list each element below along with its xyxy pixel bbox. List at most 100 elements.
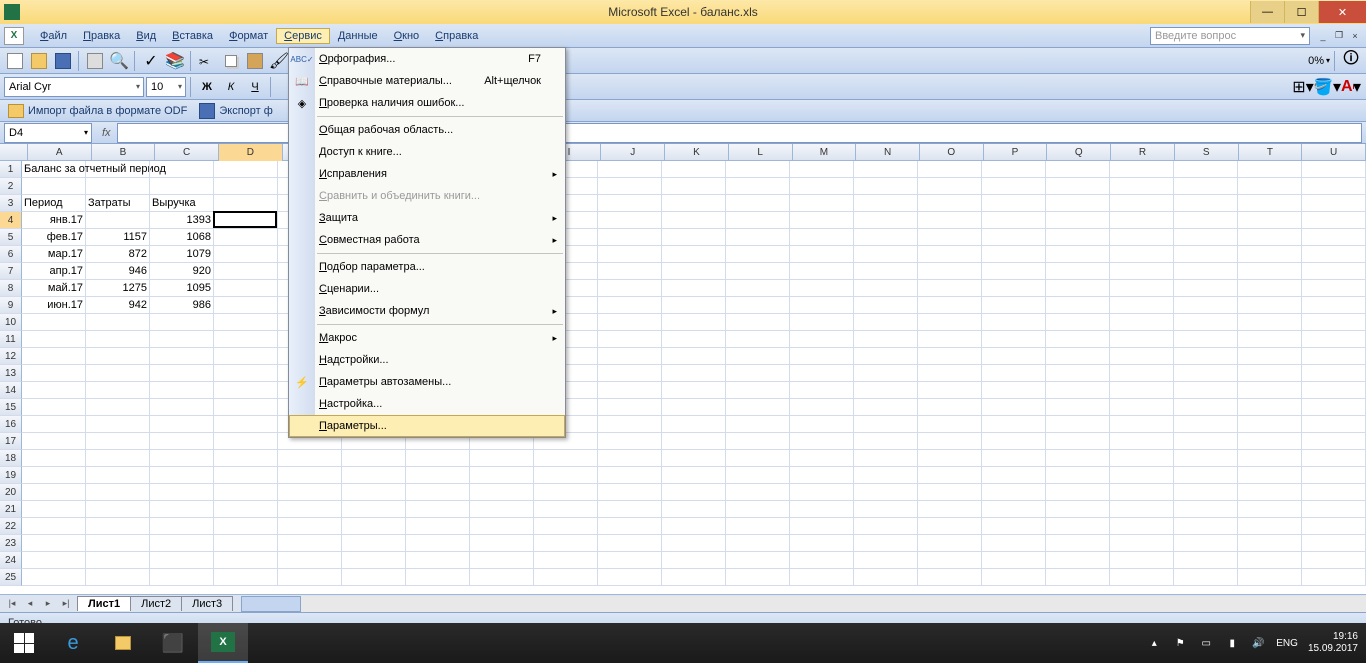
cell-J25[interactable] <box>598 569 662 586</box>
cell-M20[interactable] <box>790 484 854 501</box>
cell-C16[interactable] <box>150 416 214 433</box>
cell-N7[interactable] <box>854 263 918 280</box>
row-header-12[interactable]: 12 <box>0 348 22 365</box>
cell-C19[interactable] <box>150 467 214 484</box>
cell-Q15[interactable] <box>1046 399 1110 416</box>
cell-C14[interactable] <box>150 382 214 399</box>
cell-S2[interactable] <box>1174 178 1238 195</box>
cell-A7[interactable]: апр.17 <box>22 263 86 280</box>
tray-battery-icon[interactable]: ▭ <box>1198 635 1214 651</box>
cell-H22[interactable] <box>470 518 534 535</box>
tab-nav-next[interactable]: ▸ <box>40 597 56 611</box>
menu-справка[interactable]: Справка <box>427 28 486 44</box>
cell-A15[interactable] <box>22 399 86 416</box>
cell-C7[interactable]: 920 <box>150 263 214 280</box>
cell-L13[interactable] <box>726 365 790 382</box>
cell-N2[interactable] <box>854 178 918 195</box>
cell-K14[interactable] <box>662 382 726 399</box>
cell-A23[interactable] <box>22 535 86 552</box>
cell-M1[interactable] <box>790 161 854 178</box>
cell-I22[interactable] <box>534 518 598 535</box>
cell-N20[interactable] <box>854 484 918 501</box>
cell-P4[interactable] <box>982 212 1046 229</box>
col-header-P[interactable]: P <box>984 144 1048 161</box>
cell-B5[interactable]: 1157 <box>86 229 150 246</box>
cell-A1[interactable]: Баланс за отчетный период <box>22 161 86 178</box>
row-header-11[interactable]: 11 <box>0 331 22 348</box>
cell-E20[interactable] <box>278 484 342 501</box>
cell-L18[interactable] <box>726 450 790 467</box>
cell-R16[interactable] <box>1110 416 1174 433</box>
menu-item-12[interactable]: Сценарии... <box>289 278 565 300</box>
cell-O17[interactable] <box>918 433 982 450</box>
cell-A3[interactable]: Период <box>22 195 86 212</box>
cell-L21[interactable] <box>726 501 790 518</box>
cell-R9[interactable] <box>1110 297 1174 314</box>
cell-K12[interactable] <box>662 348 726 365</box>
cell-R10[interactable] <box>1110 314 1174 331</box>
cell-C22[interactable] <box>150 518 214 535</box>
row-header-18[interactable]: 18 <box>0 450 22 467</box>
cell-I20[interactable] <box>534 484 598 501</box>
cell-E22[interactable] <box>278 518 342 535</box>
cell-B8[interactable]: 1275 <box>86 280 150 297</box>
new-file-button[interactable] <box>4 50 26 72</box>
menu-item-18[interactable]: Настройка... <box>289 393 565 415</box>
cell-T3[interactable] <box>1238 195 1302 212</box>
cell-N14[interactable] <box>854 382 918 399</box>
fx-icon[interactable]: fx <box>96 127 117 139</box>
cell-N23[interactable] <box>854 535 918 552</box>
cell-P20[interactable] <box>982 484 1046 501</box>
cell-J5[interactable] <box>598 229 662 246</box>
cell-U12[interactable] <box>1302 348 1366 365</box>
cell-T15[interactable] <box>1238 399 1302 416</box>
cell-M9[interactable] <box>790 297 854 314</box>
cell-K7[interactable] <box>662 263 726 280</box>
cell-T1[interactable] <box>1238 161 1302 178</box>
cell-U11[interactable] <box>1302 331 1366 348</box>
cell-R21[interactable] <box>1110 501 1174 518</box>
cell-A24[interactable] <box>22 552 86 569</box>
cell-R17[interactable] <box>1110 433 1174 450</box>
cell-A5[interactable]: фев.17 <box>22 229 86 246</box>
cell-M8[interactable] <box>790 280 854 297</box>
cell-H20[interactable] <box>470 484 534 501</box>
cell-C4[interactable]: 1393 <box>150 212 214 229</box>
cell-B19[interactable] <box>86 467 150 484</box>
cell-K13[interactable] <box>662 365 726 382</box>
cell-S3[interactable] <box>1174 195 1238 212</box>
cell-D19[interactable] <box>214 467 278 484</box>
cell-P11[interactable] <box>982 331 1046 348</box>
cell-Q17[interactable] <box>1046 433 1110 450</box>
cell-D3[interactable] <box>214 195 278 212</box>
cell-S16[interactable] <box>1174 416 1238 433</box>
menu-правка[interactable]: Правка <box>75 28 128 44</box>
cell-B16[interactable] <box>86 416 150 433</box>
cell-C9[interactable]: 986 <box>150 297 214 314</box>
cell-P12[interactable] <box>982 348 1046 365</box>
col-header-M[interactable]: M <box>793 144 857 161</box>
format-painter-button[interactable]: 🖌 <box>268 50 290 72</box>
cell-U25[interactable] <box>1302 569 1366 586</box>
minimize-button[interactable]: — <box>1250 1 1284 23</box>
col-header-C[interactable]: C <box>155 144 219 161</box>
cell-T19[interactable] <box>1238 467 1302 484</box>
row-header-4[interactable]: 4 <box>0 212 22 229</box>
cell-R25[interactable] <box>1110 569 1174 586</box>
copy-button[interactable] <box>220 50 242 72</box>
cell-S21[interactable] <box>1174 501 1238 518</box>
cell-U23[interactable] <box>1302 535 1366 552</box>
cell-K15[interactable] <box>662 399 726 416</box>
cell-M23[interactable] <box>790 535 854 552</box>
cell-E21[interactable] <box>278 501 342 518</box>
cell-C2[interactable] <box>150 178 214 195</box>
cell-Q9[interactable] <box>1046 297 1110 314</box>
menu-item-6[interactable]: Исправления▸ <box>289 163 565 185</box>
menu-item-2[interactable]: ◈Проверка наличия ошибок... <box>289 92 565 114</box>
menu-вид[interactable]: Вид <box>128 28 164 44</box>
menu-формат[interactable]: Формат <box>221 28 276 44</box>
cell-T13[interactable] <box>1238 365 1302 382</box>
cell-F19[interactable] <box>342 467 406 484</box>
cell-O21[interactable] <box>918 501 982 518</box>
cell-N3[interactable] <box>854 195 918 212</box>
